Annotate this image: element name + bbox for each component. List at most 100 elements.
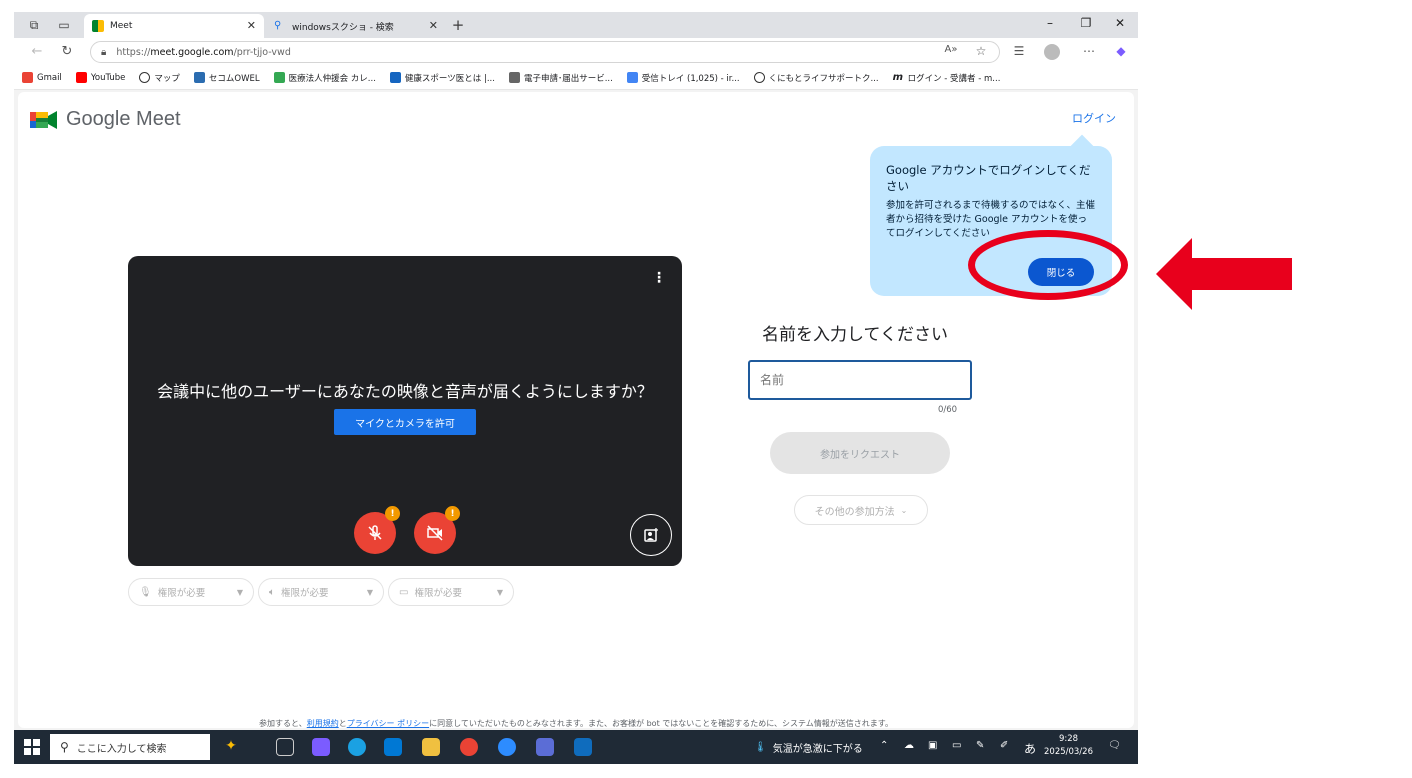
google-icon [626,72,638,83]
bookmark-inbox[interactable]: 受信トレイ (1,025) - ir... [626,72,740,84]
calendar-icon [273,72,285,83]
search-icon: ⚲ [60,740,69,754]
camera-off-icon [427,525,443,541]
sparkle-icon[interactable]: ✦ [222,738,240,756]
minimize-icon[interactable]: – [1040,16,1060,30]
permission-label: 権限が必要 [414,588,462,599]
notifications-icon[interactable]: 🗨︎ [1108,740,1121,751]
name-heading: 名前を入力してください [762,325,948,345]
moodle-icon: m [892,72,903,83]
permission-label: 権限が必要 [281,588,329,599]
chrome-app-icon[interactable] [460,738,478,756]
edge-app-icon[interactable] [348,738,366,756]
tab-label: Meet [110,21,133,31]
login-link[interactable]: ログイン [1072,110,1116,126]
ime-indicator[interactable]: あ [1024,740,1036,757]
name-input[interactable] [748,360,972,400]
other-join-options-button[interactable]: その他の参加方法 ⌄ [794,495,928,525]
visual-effects-button[interactable] [630,514,672,556]
consent-note: 参加すると、利用規約とプライバシー ポリシーに同意していただいたものとみなされま… [18,718,1134,729]
bookmark-e-gov[interactable]: 電子申請･届出サービ... [508,72,613,84]
touch-keyboard-icon[interactable]: ✐ [1000,740,1008,751]
copilot-app-icon[interactable] [312,738,330,756]
site-info-icon[interactable]: 🔒︎ [101,47,106,58]
restore-icon[interactable]: ❐ [1076,16,1096,30]
more-icon[interactable]: ⋯ [1080,44,1098,58]
copilot-icon[interactable]: ◆ [1112,44,1130,58]
mic-toggle-button[interactable]: ! [354,506,400,554]
camera-icon: ▭ [399,586,409,598]
camera-permission-select[interactable]: ▭ 権限が必要 ▼ [388,578,514,606]
bookmark-label: くにもとライフサポートク... [768,73,879,84]
read-aloud-icon[interactable]: A» [942,44,960,55]
bookmark-secom[interactable]: セコムOWEL [193,72,260,84]
search-favicon-icon: ⚲ [274,20,282,31]
dropdown-arrow-icon: ▼ [236,587,243,597]
bookmark-label: 電子申請･届出サービ... [523,73,613,84]
taskbar-search[interactable]: ⚲ ここに入力して検索 [50,734,210,760]
tooltip-title: Google アカウントでログインしてください [886,163,1091,193]
secom-icon [193,72,205,83]
bookmark-youtube[interactable]: YouTube [75,72,126,83]
char-counter: 0/60 [938,405,958,415]
chevron-down-icon: ⌄ [900,505,908,515]
tab-meet[interactable]: Meet ✕ [84,14,264,38]
favorites-icon[interactable]: ☰ [1010,44,1028,58]
profile-avatar-icon[interactable] [1044,44,1060,60]
address-bar[interactable]: 🔒︎ https://meet.google.com/prr-tjjo-vwd [90,41,1000,63]
more-options-icon[interactable]: ⋮ [652,270,666,286]
terms-link[interactable]: 利用規約 [307,719,339,728]
bookmark-gmail[interactable]: Gmail [22,72,62,83]
close-tab-icon[interactable]: ✕ [247,19,256,32]
taskbar-search-placeholder: ここに入力して検索 [76,743,167,755]
request-join-button[interactable]: 参加をリクエスト [770,432,950,474]
camera-toggle-button[interactable]: ! [414,506,460,554]
logo-text: Google Meet [66,108,181,130]
bookmark-sports[interactable]: 健康スポーツ医とは |... [389,72,495,84]
bookmark-label: YouTube [90,72,126,83]
refresh-icon[interactable]: ↻ [58,44,76,59]
clock-time: 9:28 [1058,734,1079,744]
bookmark-label: 医療法人仲援会 カレ... [288,73,376,84]
back-icon[interactable]: ← [28,44,46,59]
taskbar: ⚲ ここに入力して検索 ✦ 🌡︎ 気温が急激に下がる ⌃ ☁ ▣ ▭ ✎ ✐ あ… [14,730,1138,764]
task-view-icon[interactable] [276,738,294,756]
bookmark-calendar[interactable]: 医療法人仲援会 カレ... [273,72,376,84]
store-app-icon[interactable] [384,738,402,756]
tab-search[interactable]: ⚲ windowsスクショ - 検索 ✕ [266,14,446,38]
network-icon[interactable]: ▣ [928,740,937,751]
chevron-up-icon[interactable]: ⌃ [880,740,888,751]
mic-off-icon [368,525,382,540]
tab-actions-icon[interactable]: ▭ [56,17,72,33]
onedrive-icon[interactable]: ☁ [904,740,914,751]
battery-icon[interactable]: ▭ [952,740,961,751]
bookmark-kunimoto[interactable]: くにもとライフサポートク... [753,72,879,84]
bookmark-moodle[interactable]: m ログイン - 受講者 - m... [893,72,1001,84]
weather-text: 気温が急激に下がる [772,744,863,755]
zoom-app-icon[interactable] [498,738,516,756]
mic-permission-select[interactable]: 🎙︎ 権限が必要 ▼ [128,578,254,606]
google-meet-logo[interactable]: Google Meet [30,108,181,131]
speaker-permission-select[interactable]: 🔈︎ 権限が必要 ▼ [258,578,384,606]
new-tab-icon[interactable]: + [450,17,466,33]
bookmark-maps[interactable]: マップ [139,72,180,84]
teams-app-icon[interactable] [536,738,554,756]
file-explorer-icon[interactable] [422,738,440,756]
clock[interactable]: 9:28 2025/03/26 [1044,733,1093,759]
thermometer-icon: 🌡︎ [754,742,767,753]
meet-favicon-icon [92,20,104,32]
favorite-star-icon[interactable]: ☆ [972,44,990,58]
video-preview: ⋮ 会議中に他のユーザーにあなたの映像と音声が届くようにしますか？ マイクとカメ… [128,256,682,566]
privacy-link[interactable]: プライバシー ポリシー [347,719,429,728]
effects-icon [644,528,658,542]
other-join-label: その他の参加方法 [814,506,895,518]
close-tab-icon[interactable]: ✕ [429,19,438,32]
weather-widget[interactable]: 🌡︎ 気温が急激に下がる [754,740,863,755]
workspaces-icon[interactable]: ⧉ [26,17,42,33]
close-window-icon[interactable]: ✕ [1110,16,1130,30]
allow-mic-camera-button[interactable]: マイクとカメラを許可 [334,409,476,435]
outlook-app-icon[interactable] [574,738,592,756]
windows-start-icon[interactable] [24,739,40,755]
mic-icon: 🎙︎ [139,586,152,598]
pen-icon[interactable]: ✎ [976,740,984,751]
